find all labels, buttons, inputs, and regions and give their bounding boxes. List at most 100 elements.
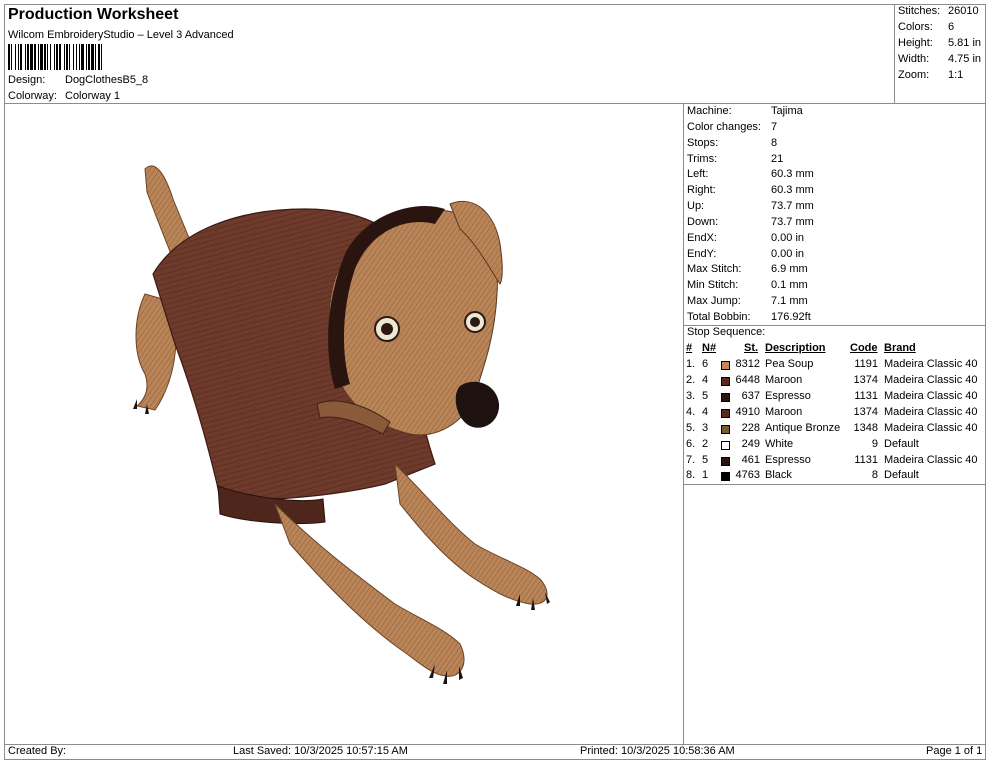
row-st: 4910 <box>735 406 760 418</box>
worksheet-title: Production Worksheet <box>8 6 179 23</box>
col-st: St. <box>744 342 759 354</box>
endx-label: EndX: <box>687 232 717 244</box>
row-description: Espresso <box>765 454 811 466</box>
trims-value: 21 <box>771 153 784 165</box>
row-n: 4 <box>702 406 709 418</box>
row-description: Antique Bronze <box>765 422 841 434</box>
summary-zoom-value: 1:1 <box>948 69 964 81</box>
row-brand: Madeira Classic 40 <box>884 406 978 418</box>
summary-stitches-label: Stitches: <box>898 5 941 17</box>
down-label: Down: <box>687 216 719 228</box>
row-description: Espresso <box>765 390 811 402</box>
col-brand: Brand <box>884 342 916 354</box>
row-n: 5 <box>702 454 709 466</box>
row-brand: Madeira Classic 40 <box>884 454 978 466</box>
min-stitch-label: Min Stitch: <box>687 279 739 291</box>
dog-front-leg-right <box>394 462 548 605</box>
table-row: 3. 5 637 Espresso 1131 Madeira Classic 4… <box>686 390 986 406</box>
max-jump-label: Max Jump: <box>687 295 741 307</box>
software-name: Wilcom EmbroideryStudio – Level 3 Advanc… <box>8 29 234 41</box>
last-saved: Last Saved: 10/3/2025 10:57:15 AM <box>233 745 408 757</box>
row-n: 1 <box>702 469 709 481</box>
row-num: 3. <box>686 390 696 402</box>
page-number: Page 1 of 1 <box>926 745 983 757</box>
up-value: 73.7 mm <box>771 200 814 212</box>
total-bobbin-value: 176.92ft <box>771 311 811 323</box>
summary-zoom-label: Zoom: <box>898 69 930 81</box>
row-num: 2. <box>686 374 696 386</box>
table-row: 4. 4 4910 Maroon 1374 Madeira Classic 40 <box>686 406 986 422</box>
row-st: 6448 <box>735 374 760 386</box>
endx-value: 0.00 in <box>771 232 805 244</box>
color-swatch <box>721 425 730 434</box>
machine-label: Machine: <box>687 105 732 117</box>
row-code: 1374 <box>853 374 878 386</box>
row-num: 5. <box>686 422 696 434</box>
row-code: 1131 <box>854 390 878 402</box>
table-row: 8. 1 4763 Black 8 Default <box>686 469 986 485</box>
summary-height-label: Height: <box>898 37 933 49</box>
row-code: 9 <box>871 438 878 450</box>
total-bobbin-label: Total Bobbin: <box>687 311 751 323</box>
up-label: Up: <box>687 200 705 212</box>
printed-date: Printed: 10/3/2025 10:58:36 AM <box>580 745 735 757</box>
col-n: N# <box>702 342 717 354</box>
footer: Created By: Last Saved: 10/3/2025 10:57:… <box>8 745 984 760</box>
min-stitch-value: 0.1 mm <box>771 279 808 291</box>
design-label: Design: <box>8 74 46 86</box>
color-swatch <box>721 377 730 386</box>
row-code: 8 <box>871 469 878 481</box>
row-code: 1131 <box>854 454 878 466</box>
summary-list: Stitches: 26010 Colors: 6 Height: 5.81 i… <box>898 5 986 100</box>
row-st: 8312 <box>735 358 760 370</box>
barcode <box>8 44 102 70</box>
max-stitch-value: 6.9 mm <box>771 263 808 275</box>
summary-width-value: 4.75 in <box>948 53 982 65</box>
row-description: Black <box>765 469 792 481</box>
color-swatch <box>721 457 730 466</box>
design-value: DogClothesB5_8 <box>65 74 149 86</box>
table-row: 7. 5 461 Espresso 1131 Madeira Classic 4… <box>686 454 986 470</box>
color-swatch <box>721 472 730 481</box>
row-num: 8. <box>686 469 696 481</box>
summary-height-value: 5.81 in <box>948 37 982 49</box>
stops-value: 8 <box>771 137 778 149</box>
color-swatch <box>721 409 730 418</box>
row-description: Maroon <box>765 406 803 418</box>
row-st: 461 <box>741 454 760 466</box>
row-st: 637 <box>741 390 760 402</box>
row-description: Pea Soup <box>765 358 814 370</box>
stop-sequence-header: # N# St. Description Code Brand <box>686 342 986 358</box>
row-n: 3 <box>702 422 709 434</box>
dog-nose <box>455 381 500 428</box>
right-label: Right: <box>687 184 716 196</box>
color-swatch <box>721 361 730 370</box>
row-st: 228 <box>741 422 760 434</box>
endy-label: EndY: <box>687 248 717 260</box>
stop-sequence-table: # N# St. Description Code Brand 1. 6 831… <box>686 342 984 482</box>
color-swatch <box>721 441 730 450</box>
row-code: 1191 <box>854 358 878 370</box>
max-jump-value: 7.1 mm <box>771 295 808 307</box>
left-label: Left: <box>687 168 709 180</box>
stop-sequence-title: Stop Sequence: <box>687 326 766 338</box>
summary-width-label: Width: <box>898 53 930 65</box>
max-stitch-label: Max Stitch: <box>687 263 742 275</box>
machine-info-list: Machine: Tajima Color changes: 7 Stops: … <box>687 105 983 325</box>
row-description: White <box>765 438 794 450</box>
row-num: 1. <box>686 358 696 370</box>
colorway-label: Colorway: <box>8 90 57 102</box>
col-num: # <box>686 342 693 354</box>
colorway-value: Colorway 1 <box>65 90 121 102</box>
stop-sequence-divider <box>684 484 985 485</box>
row-brand: Default <box>884 438 919 450</box>
row-brand: Madeira Classic 40 <box>884 374 978 386</box>
row-st: 4763 <box>735 469 760 481</box>
summary-colors-value: 6 <box>948 21 955 33</box>
color-swatch <box>721 393 730 402</box>
row-brand: Madeira Classic 40 <box>884 358 978 370</box>
row-n: 2 <box>702 438 709 450</box>
row-brand: Default <box>884 469 919 481</box>
table-row: 1. 6 8312 Pea Soup 1191 Madeira Classic … <box>686 358 986 374</box>
color-changes-value: 7 <box>771 121 778 133</box>
